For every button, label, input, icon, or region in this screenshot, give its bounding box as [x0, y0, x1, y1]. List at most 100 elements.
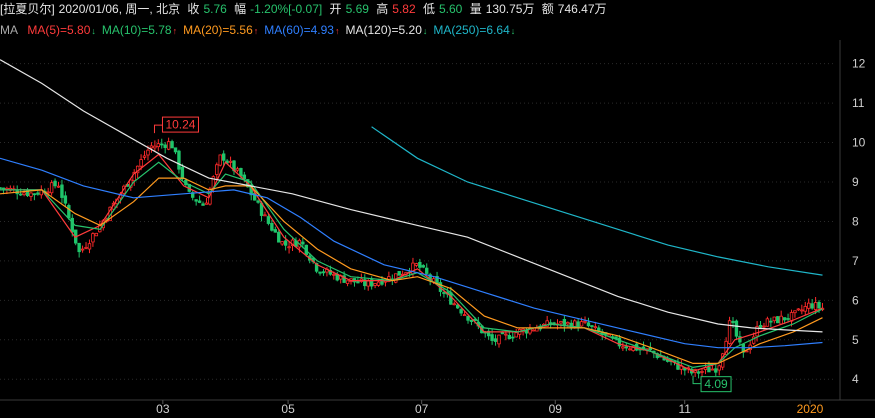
- candle-up: [813, 302, 818, 310]
- candle-down: [163, 144, 167, 148]
- candle-down: [500, 332, 505, 335]
- candle-down: [63, 195, 68, 204]
- candle-up: [414, 263, 419, 266]
- y-tick-label: 4: [852, 372, 859, 386]
- y-tick-label: 11: [852, 96, 865, 110]
- candle-down: [714, 368, 718, 373]
- high-marker-line: [153, 124, 163, 134]
- candle-down: [170, 141, 174, 149]
- candle-down: [273, 229, 278, 233]
- candle-down: [810, 303, 814, 309]
- candle-up: [717, 365, 721, 371]
- candle-down: [786, 318, 790, 320]
- candle-down: [18, 193, 23, 196]
- candle-up: [280, 241, 284, 245]
- candle-up: [332, 273, 336, 276]
- x-tick-label: 11: [678, 402, 691, 416]
- candle-up: [5, 187, 9, 190]
- candle-down: [67, 205, 71, 219]
- candle-up: [46, 191, 50, 194]
- x-tick-label: 05: [281, 402, 295, 416]
- candle-up: [366, 280, 370, 287]
- candle-down: [782, 317, 787, 321]
- candle-up: [504, 333, 508, 336]
- candle-down: [283, 240, 288, 246]
- candle-up: [84, 246, 88, 249]
- y-tick-label: 9: [852, 175, 859, 189]
- candle-up: [91, 233, 95, 243]
- candle-down: [60, 184, 64, 198]
- candle-up: [762, 325, 766, 328]
- candle-up: [142, 155, 147, 158]
- candle-up: [452, 303, 456, 306]
- candle-down: [696, 371, 701, 374]
- candle-down: [586, 322, 591, 327]
- candle-down: [624, 346, 629, 349]
- kline-chart[interactable]: 4 5 6 7 8 9 10 11 12 03 05 07 09 11 2020 10.24 4.09: [0, 0, 875, 418]
- candle-up: [765, 318, 770, 327]
- x-tick-label: 03: [156, 402, 170, 416]
- candle-down: [1, 187, 6, 190]
- candle-down: [180, 166, 185, 180]
- candle-down: [466, 315, 470, 321]
- candle-up: [228, 160, 233, 163]
- candle-up: [779, 315, 783, 325]
- candle-down: [173, 147, 178, 153]
- y-tick-label: 8: [852, 214, 859, 228]
- ma-line: [371, 126, 823, 276]
- candle-up: [566, 322, 570, 325]
- candle-up: [796, 308, 801, 311]
- y-tick-label: 6: [852, 293, 859, 307]
- candle-down: [301, 241, 305, 245]
- y-tick-label: 7: [852, 254, 859, 268]
- candle-up: [514, 332, 518, 338]
- candle-up: [800, 309, 804, 312]
- candle-up: [497, 334, 501, 345]
- candle-up: [583, 320, 587, 323]
- candle-down: [201, 203, 205, 206]
- candle-down: [469, 319, 474, 322]
- candle-down: [177, 150, 181, 170]
- y-tick-label: 5: [852, 333, 859, 347]
- candle-down: [221, 153, 226, 161]
- candle-down: [256, 200, 260, 203]
- candle-down: [425, 267, 429, 274]
- candle-up: [204, 202, 209, 205]
- x-tick-label: 09: [549, 402, 563, 416]
- candle-up: [215, 164, 219, 175]
- candle-up: [139, 159, 143, 167]
- x-tick-label: 07: [415, 402, 429, 416]
- candle-down: [776, 316, 780, 324]
- candle-up: [156, 143, 161, 148]
- low-marker-label: 4.09: [704, 377, 728, 391]
- candle-up: [710, 368, 715, 371]
- candle-down: [731, 320, 735, 324]
- candle-up: [628, 348, 632, 351]
- candle-up: [235, 168, 240, 171]
- candle-down: [511, 336, 515, 339]
- candle-up: [793, 310, 797, 314]
- candle-up: [94, 232, 99, 237]
- candle-down: [356, 280, 360, 284]
- candle-up: [772, 316, 776, 322]
- candle-down: [418, 261, 422, 268]
- candle-down: [421, 265, 425, 268]
- candle-up: [373, 283, 377, 286]
- candle-up: [287, 246, 291, 249]
- candle-up: [218, 154, 222, 166]
- candle-down: [397, 271, 401, 276]
- candle-up: [49, 182, 54, 194]
- candle-down: [817, 301, 821, 309]
- candle-down: [490, 334, 494, 341]
- high-marker-label: 10.24: [165, 118, 195, 132]
- candle-down: [459, 309, 463, 314]
- candle-up: [149, 145, 154, 149]
- candle-down: [707, 366, 711, 373]
- candle-down: [0, 187, 2, 190]
- candle-down: [36, 192, 40, 195]
- candle-up: [29, 192, 33, 197]
- candle-down: [507, 335, 512, 340]
- candle-down: [493, 338, 498, 342]
- candle-up: [462, 314, 467, 317]
- candle-up: [22, 192, 26, 196]
